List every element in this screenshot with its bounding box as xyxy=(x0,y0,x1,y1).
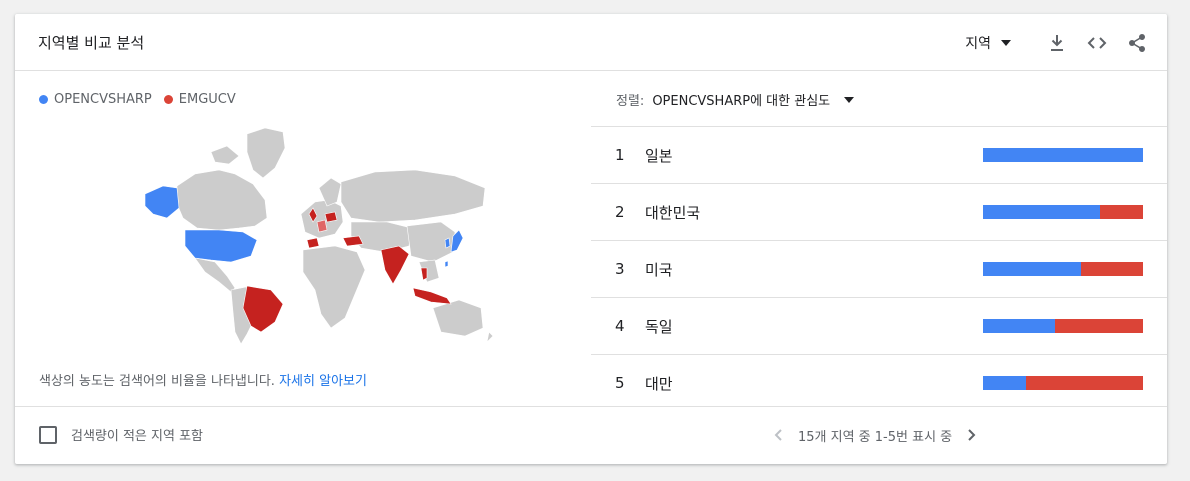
header-tools: 지역 xyxy=(965,30,1149,56)
legend-dot-red xyxy=(163,95,173,104)
region-dropdown-label: 지역 xyxy=(965,36,991,52)
map-spain xyxy=(306,237,320,249)
bar-segment-opencvsharp xyxy=(983,205,1100,219)
rank-number: 5 xyxy=(615,374,625,392)
legend-label: EMGUCV xyxy=(178,92,236,107)
legend-label: OPENCVSHARP xyxy=(54,92,152,107)
card-footer: 검색량이 적은 지역 포함 15개 지역 중 1-5번 표시 중 xyxy=(15,406,1167,464)
rank-number: 3 xyxy=(615,260,625,278)
checkbox-label: 검색량이 적은 지역 포함 xyxy=(71,429,203,444)
list-item[interactable]: 5 대만 xyxy=(591,354,1167,411)
embed-code-icon[interactable] xyxy=(1085,31,1109,55)
pager-text: 15개 지역 중 1-5번 표시 중 xyxy=(798,429,953,445)
region-name: 대한민국 xyxy=(645,203,701,222)
map-india xyxy=(380,245,410,285)
ratio-bar xyxy=(983,319,1143,333)
world-map[interactable] xyxy=(115,122,495,344)
caret-down-icon xyxy=(1001,40,1011,46)
sort-dropdown[interactable]: 정렬: OPENCVSHARP에 대한 관심도 xyxy=(616,90,855,109)
bar-segment-opencvsharp xyxy=(983,262,1081,276)
legend-dot-blue xyxy=(39,95,48,104)
map-australia xyxy=(432,299,484,337)
map-alaska xyxy=(144,185,180,219)
learn-more-link[interactable]: 자세히 알아보기 xyxy=(279,374,367,389)
region-name: 대만 xyxy=(645,374,673,393)
map-central-asia xyxy=(350,221,412,253)
comparison-card: 지역별 비교 분석 지역 OPENCVSHARP EMGUCV 색상의 농도는 … xyxy=(15,14,1167,464)
region-name: 일본 xyxy=(645,146,673,165)
bar-segment-emgucv xyxy=(1055,319,1143,333)
map-mexico xyxy=(194,257,236,293)
bar-segment-emgucv xyxy=(1080,262,1143,276)
region-dropdown[interactable]: 지역 xyxy=(965,33,1011,53)
map-russia xyxy=(340,169,486,223)
list-item[interactable]: 1 일본 xyxy=(591,126,1167,183)
card-header: 지역별 비교 분석 지역 xyxy=(15,14,1167,71)
bar-segment-emgucv xyxy=(1026,376,1143,390)
chevron-right-icon[interactable] xyxy=(962,425,982,445)
list-item[interactable]: 3 미국 xyxy=(591,240,1167,297)
map-new-zealand xyxy=(486,331,494,343)
checkbox-box[interactable] xyxy=(39,425,57,444)
ratio-bar xyxy=(983,262,1143,276)
ratio-bar xyxy=(983,148,1143,162)
caption-text: 색상의 농도는 검색어의 비율을 나타냅니다. xyxy=(39,374,275,389)
map-taiwan xyxy=(444,260,449,268)
legend: OPENCVSHARP EMGUCV xyxy=(39,92,248,107)
map-thailand xyxy=(420,267,428,281)
bar-segment-opencvsharp xyxy=(983,148,1143,162)
map-poland xyxy=(324,211,338,223)
bar-segment-opencvsharp xyxy=(983,319,1055,333)
legend-item-opencvsharp: OPENCVSHARP xyxy=(39,92,152,107)
share-icon[interactable] xyxy=(1125,31,1149,55)
bar-segment-opencvsharp xyxy=(983,376,1027,390)
region-name: 독일 xyxy=(645,317,673,336)
legend-item-emgucv: EMGUCV xyxy=(163,92,236,107)
low-volume-checkbox[interactable]: 검색량이 적은 지역 포함 xyxy=(39,425,203,444)
card-title: 지역별 비교 분석 xyxy=(38,34,145,52)
rank-number: 1 xyxy=(615,146,625,164)
download-icon[interactable] xyxy=(1045,31,1069,55)
bar-segment-emgucv xyxy=(1099,205,1143,219)
ratio-bar xyxy=(983,376,1143,390)
sort-label: 정렬: xyxy=(616,94,645,109)
pagination: 15개 지역 중 1-5번 표시 중 xyxy=(768,425,982,445)
rank-number: 4 xyxy=(615,317,625,335)
rank-number: 2 xyxy=(615,203,625,221)
map-usa xyxy=(184,229,258,263)
map-canada xyxy=(176,169,268,231)
map-korea xyxy=(444,237,451,249)
map-greenland xyxy=(246,127,286,179)
ranking-list: 1 일본 2 대한민국 3 미국 4 독일 5 대만 xyxy=(591,126,1167,411)
list-item[interactable]: 2 대한민국 xyxy=(591,183,1167,240)
map-germany-region xyxy=(316,219,328,233)
map-turkey xyxy=(342,235,364,247)
sort-value: OPENCVSHARP에 대한 관심도 xyxy=(652,94,831,109)
map-indonesia xyxy=(412,287,452,305)
ratio-bar xyxy=(983,205,1143,219)
caret-down-icon xyxy=(844,96,855,103)
map-africa xyxy=(302,245,366,329)
region-name: 미국 xyxy=(645,260,673,279)
map-arctic-islands xyxy=(210,145,240,165)
list-item[interactable]: 4 독일 xyxy=(591,297,1167,354)
map-caption: 색상의 농도는 검색어의 비율을 나타냅니다. 자세히 알아보기 xyxy=(39,370,367,389)
chevron-left-icon[interactable] xyxy=(768,425,788,445)
